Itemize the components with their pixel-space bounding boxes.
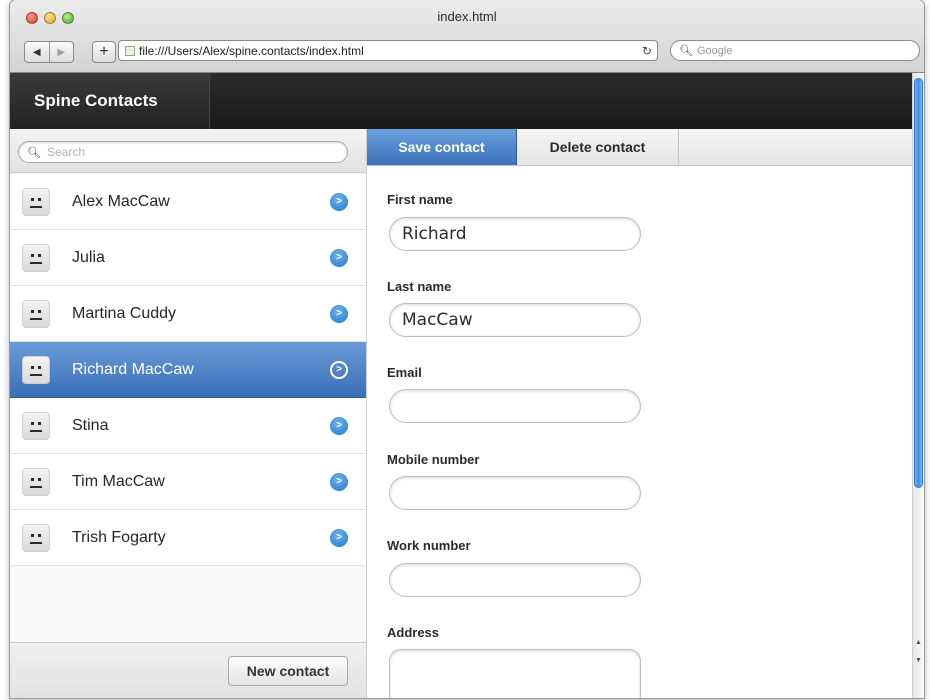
address-label: Address bbox=[387, 625, 440, 640]
web-search-field[interactable]: 🔍︎ Google bbox=[670, 40, 920, 61]
first-name-field[interactable] bbox=[389, 217, 641, 251]
contact-name: Julia bbox=[72, 248, 105, 266]
contact-name: Trish Fogarty bbox=[72, 528, 166, 546]
add-bookmark-icon[interactable]: + bbox=[92, 41, 116, 63]
contact-item[interactable]: Trish Fogarty > bbox=[10, 510, 366, 566]
sidebar: 🔍︎ Alex MacCaw > Julia > Martina Cuddy > bbox=[10, 129, 367, 698]
reload-icon[interactable]: ↻ bbox=[637, 44, 657, 58]
address-bar[interactable]: file:///Users/Alex/spine.contacts/index.… bbox=[118, 40, 658, 61]
contact-search-box: 🔍︎ bbox=[18, 141, 348, 163]
search-icon[interactable]: 🔍︎ bbox=[679, 44, 693, 57]
chevron-right-icon[interactable]: > bbox=[330, 248, 348, 267]
contact-list: Alex MacCaw > Julia > Martina Cuddy > Ri… bbox=[10, 174, 366, 566]
contact-name: Alex MacCaw bbox=[72, 192, 170, 210]
scroll-down-icon[interactable]: ▼ bbox=[913, 657, 924, 664]
sidebar-footer: New contact bbox=[10, 642, 366, 698]
contact-name: Martina Cuddy bbox=[72, 304, 177, 322]
last-name-field[interactable] bbox=[389, 303, 641, 337]
chevron-right-icon[interactable]: > bbox=[330, 304, 348, 323]
first-name-label: First name bbox=[387, 192, 453, 207]
web-search-placeholder: Google bbox=[696, 44, 733, 57]
contact-name: Tim MacCaw bbox=[72, 472, 165, 490]
chevron-right-icon[interactable]: > bbox=[330, 192, 348, 211]
contact-name: Richard MacCaw bbox=[72, 360, 194, 378]
avatar-icon bbox=[22, 411, 50, 440]
browser-window: index.html ◀ ▶ + file:///Users/Alex/spin… bbox=[10, 0, 924, 698]
avatar-icon bbox=[22, 299, 50, 328]
avatar-icon bbox=[22, 243, 50, 272]
avatar-icon bbox=[22, 467, 50, 496]
new-contact-button[interactable]: New contact bbox=[228, 656, 348, 686]
scrollbar-thumb[interactable] bbox=[914, 78, 923, 488]
back-icon[interactable]: ◀ bbox=[25, 42, 49, 62]
contact-editor: Save contact Delete contact First name L… bbox=[367, 129, 912, 698]
email-label: Email bbox=[387, 365, 422, 380]
browser-chrome: index.html ◀ ▶ + file:///Users/Alex/spin… bbox=[10, 0, 924, 73]
editor-toolbar: Save contact Delete contact bbox=[367, 129, 912, 166]
avatar-icon bbox=[22, 355, 50, 384]
scroll-up-icon[interactable]: ▲ bbox=[913, 639, 924, 646]
contact-item[interactable]: Tim MacCaw > bbox=[10, 454, 366, 510]
avatar-icon bbox=[22, 187, 50, 216]
contact-item[interactable]: Stina > bbox=[10, 398, 366, 454]
forward-icon[interactable]: ▶ bbox=[48, 42, 74, 62]
app-title: Spine Contacts bbox=[10, 73, 210, 129]
contact-item-selected[interactable]: Richard MacCaw > bbox=[10, 342, 366, 398]
app-header: Spine Contacts bbox=[10, 73, 912, 129]
url-text[interactable]: file:///Users/Alex/spine.contacts/index.… bbox=[139, 44, 637, 58]
contact-search-input[interactable] bbox=[44, 144, 329, 160]
contact-item[interactable]: Julia > bbox=[10, 230, 366, 286]
chevron-right-icon[interactable]: > bbox=[330, 528, 348, 547]
avatar-icon bbox=[22, 523, 50, 552]
contact-name: Stina bbox=[72, 416, 109, 434]
page-favicon-icon bbox=[125, 45, 135, 56]
search-icon: 🔍︎ bbox=[27, 146, 41, 159]
page-scrollbar[interactable]: ▲ ▼ bbox=[912, 73, 924, 698]
last-name-label: Last name bbox=[387, 279, 452, 294]
address-field[interactable] bbox=[389, 649, 641, 698]
window-title: index.html bbox=[437, 9, 497, 24]
history-buttons: ◀ ▶ bbox=[24, 41, 74, 63]
save-contact-button[interactable]: Save contact bbox=[367, 129, 517, 165]
contact-item[interactable]: Martina Cuddy > bbox=[10, 286, 366, 342]
contact-item[interactable]: Alex MacCaw > bbox=[10, 174, 366, 230]
mobile-number-field[interactable] bbox=[389, 476, 641, 510]
sidebar-search-bar: 🔍︎ bbox=[10, 129, 366, 173]
delete-contact-button[interactable]: Delete contact bbox=[517, 129, 679, 165]
chevron-right-icon[interactable]: > bbox=[330, 416, 348, 435]
chevron-right-icon[interactable]: > bbox=[330, 472, 348, 491]
work-number-field[interactable] bbox=[389, 563, 641, 597]
mobile-number-label: Mobile number bbox=[387, 452, 480, 467]
chevron-right-icon[interactable]: > bbox=[330, 360, 348, 379]
email-field[interactable] bbox=[389, 389, 641, 423]
work-number-label: Work number bbox=[387, 538, 471, 553]
